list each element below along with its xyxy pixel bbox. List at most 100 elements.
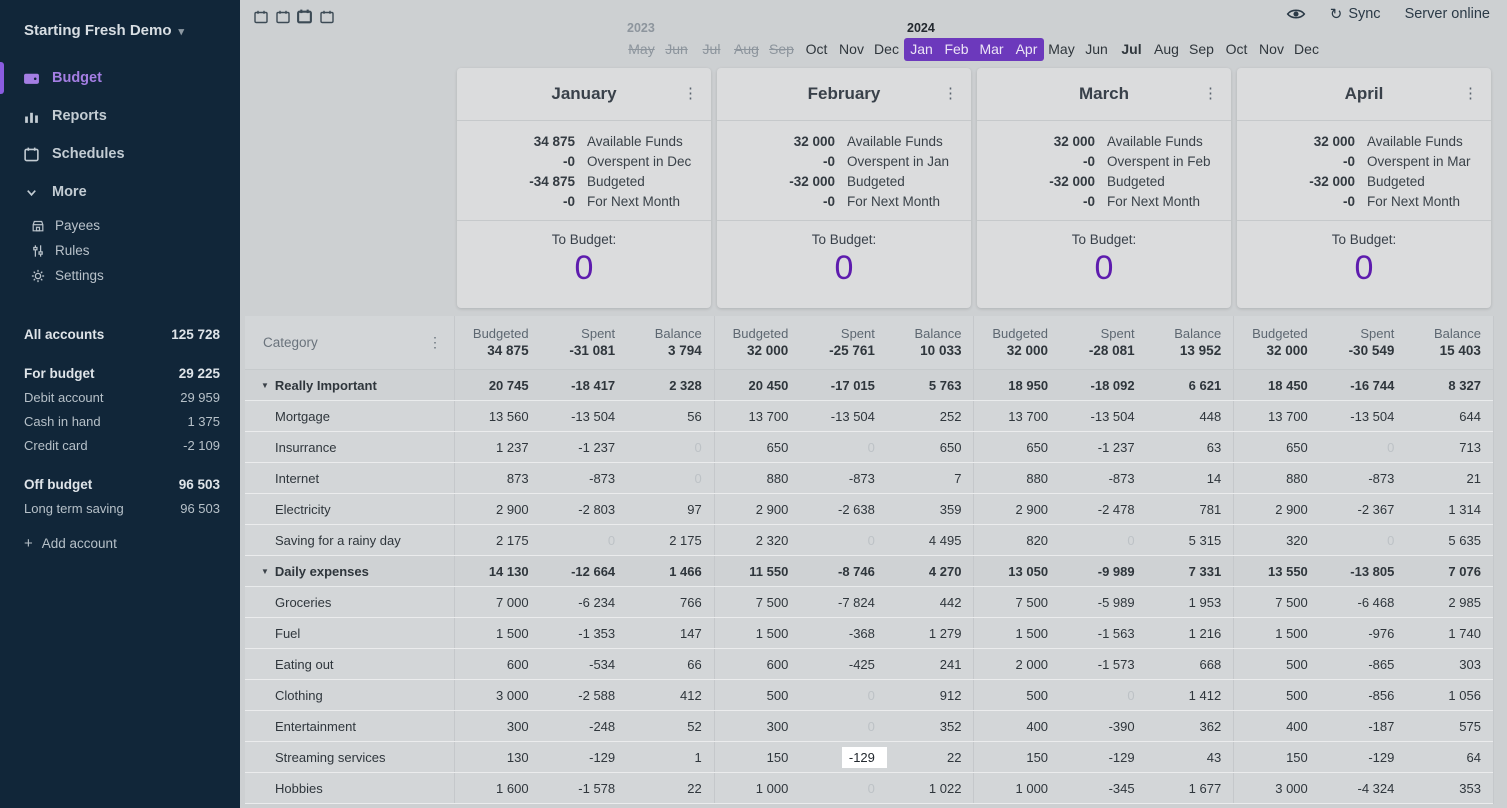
cell-electricity-mar-budgeted[interactable]: 2 900 bbox=[973, 494, 1060, 524]
cell-electricity-feb-spent[interactable]: -2 638 bbox=[800, 494, 887, 524]
timeline-month-oct-5[interactable]: Oct bbox=[799, 38, 834, 61]
category-name-streaming-services[interactable]: Streaming services bbox=[245, 742, 454, 772]
cell-streaming-services-jan-budgeted[interactable]: 130 bbox=[454, 742, 541, 772]
cell-eating-out-feb-spent[interactable]: -425 bbox=[800, 649, 887, 679]
cell-streaming-services-mar-spent[interactable]: -129 bbox=[1060, 742, 1147, 772]
cell-fuel-feb-balance[interactable]: 1 279 bbox=[887, 618, 974, 648]
cell-insurrance-jan-budgeted[interactable]: 1 237 bbox=[454, 432, 541, 462]
cell-electricity-mar-spent[interactable]: -2 478 bbox=[1060, 494, 1147, 524]
cell-electricity-feb-budgeted[interactable]: 2 900 bbox=[714, 494, 801, 524]
cell-mortgage-jan-budgeted[interactable]: 13 560 bbox=[454, 401, 541, 431]
cell-saving-for-a-rainy-day-apr-spent[interactable]: 0 bbox=[1320, 525, 1407, 555]
cell-groceries-mar-balance[interactable]: 1 953 bbox=[1147, 587, 1234, 617]
cell-saving-for-a-rainy-day-feb-spent[interactable]: 0 bbox=[800, 525, 887, 555]
privacy-eye-button[interactable] bbox=[1286, 6, 1306, 22]
cell-streaming-services-jan-balance[interactable]: 1 bbox=[627, 742, 714, 772]
cell-mortgage-apr-spent[interactable]: -13 504 bbox=[1320, 401, 1407, 431]
cell-internet-apr-spent[interactable]: -873 bbox=[1320, 463, 1407, 493]
cell-really-important-mar-budgeted[interactable]: 18 950 bbox=[973, 370, 1060, 400]
cell-groceries-feb-balance[interactable]: 442 bbox=[887, 587, 974, 617]
cell-hobbies-jan-budgeted[interactable]: 1 600 bbox=[454, 773, 541, 803]
timeline-month-mar-10[interactable]: Mar bbox=[974, 38, 1009, 61]
cell-eating-out-mar-spent[interactable]: -1 573 bbox=[1060, 649, 1147, 679]
cell-daily-expenses-apr-balance[interactable]: 7 076 bbox=[1406, 556, 1493, 586]
to-budget-amount[interactable]: 0 bbox=[717, 247, 971, 289]
cell-insurrance-apr-budgeted[interactable]: 650 bbox=[1233, 432, 1320, 462]
sidebar-item-payees[interactable]: Payees bbox=[0, 213, 240, 238]
timeline-month-aug-15[interactable]: Aug bbox=[1149, 38, 1184, 61]
category-name-really-important[interactable]: ▼Really Important bbox=[245, 370, 454, 400]
show-3-months-button[interactable] bbox=[296, 8, 313, 25]
cell-daily-expenses-feb-spent[interactable]: -8 746 bbox=[800, 556, 887, 586]
cell-fuel-apr-budgeted[interactable]: 1 500 bbox=[1233, 618, 1320, 648]
cell-internet-mar-budgeted[interactable]: 880 bbox=[973, 463, 1060, 493]
sidebar-item-budget[interactable]: Budget bbox=[0, 59, 240, 97]
cell-fuel-feb-spent[interactable]: -368 bbox=[800, 618, 887, 648]
cell-eating-out-feb-budgeted[interactable]: 600 bbox=[714, 649, 801, 679]
account-cash-in-hand[interactable]: Cash in hand 1 375 bbox=[24, 409, 220, 433]
cell-clothing-feb-balance[interactable]: 912 bbox=[887, 680, 974, 710]
cell-fuel-apr-balance[interactable]: 1 740 bbox=[1406, 618, 1493, 648]
add-account-button[interactable]: + Add account bbox=[24, 536, 220, 551]
cell-streaming-services-feb-budgeted[interactable]: 150 bbox=[714, 742, 801, 772]
cell-groceries-mar-spent[interactable]: -5 989 bbox=[1060, 587, 1147, 617]
cell-hobbies-apr-budgeted[interactable]: 3 000 bbox=[1233, 773, 1320, 803]
timeline-month-jul-14[interactable]: Jul bbox=[1114, 38, 1149, 61]
category-name-eating-out[interactable]: Eating out bbox=[245, 649, 454, 679]
header-apr-budgeted[interactable]: Budgeted32 000 bbox=[1233, 316, 1320, 369]
cell-streaming-services-mar-balance[interactable]: 43 bbox=[1147, 742, 1234, 772]
sidebar-item-rules[interactable]: Rules bbox=[0, 238, 240, 263]
cell-mortgage-apr-balance[interactable]: 644 bbox=[1406, 401, 1493, 431]
sidebar-item-schedules[interactable]: Schedules bbox=[0, 135, 240, 173]
timeline-month-sep-4[interactable]: Sep bbox=[764, 38, 799, 61]
cell-mortgage-feb-spent[interactable]: -13 504 bbox=[800, 401, 887, 431]
cell-saving-for-a-rainy-day-mar-budgeted[interactable]: 820 bbox=[973, 525, 1060, 555]
cell-really-important-jan-balance[interactable]: 2 328 bbox=[627, 370, 714, 400]
cell-daily-expenses-apr-spent[interactable]: -13 805 bbox=[1320, 556, 1407, 586]
cell-entertainment-mar-spent[interactable]: -390 bbox=[1060, 711, 1147, 741]
cell-entertainment-jan-balance[interactable]: 52 bbox=[627, 711, 714, 741]
header-jan-budgeted[interactable]: Budgeted34 875 bbox=[454, 316, 541, 369]
cell-clothing-mar-spent[interactable]: 0 bbox=[1060, 680, 1147, 710]
header-jan-balance[interactable]: Balance3 794 bbox=[627, 316, 714, 369]
cell-eating-out-feb-balance[interactable]: 241 bbox=[887, 649, 974, 679]
timeline-month-aug-3[interactable]: Aug bbox=[729, 38, 764, 61]
cell-really-important-mar-balance[interactable]: 6 621 bbox=[1147, 370, 1234, 400]
cell-eating-out-jan-spent[interactable]: -534 bbox=[541, 649, 628, 679]
cell-hobbies-mar-spent[interactable]: -345 bbox=[1060, 773, 1147, 803]
cell-electricity-jan-spent[interactable]: -2 803 bbox=[541, 494, 628, 524]
cell-streaming-services-mar-budgeted[interactable]: 150 bbox=[973, 742, 1060, 772]
category-name-electricity[interactable]: Electricity bbox=[245, 494, 454, 524]
cell-streaming-services-apr-budgeted[interactable]: 150 bbox=[1233, 742, 1320, 772]
cell-clothing-apr-balance[interactable]: 1 056 bbox=[1406, 680, 1493, 710]
cell-electricity-apr-spent[interactable]: -2 367 bbox=[1320, 494, 1407, 524]
header-mar-balance[interactable]: Balance13 952 bbox=[1147, 316, 1234, 369]
timeline-month-oct-17[interactable]: Oct bbox=[1219, 38, 1254, 61]
header-feb-spent[interactable]: Spent-25 761 bbox=[800, 316, 887, 369]
cell-eating-out-jan-balance[interactable]: 66 bbox=[627, 649, 714, 679]
cell-clothing-apr-budgeted[interactable]: 500 bbox=[1233, 680, 1320, 710]
collapse-triangle-icon[interactable]: ▼ bbox=[261, 567, 269, 576]
cell-entertainment-feb-spent[interactable]: 0 bbox=[800, 711, 887, 741]
cell-really-important-jan-spent[interactable]: -18 417 bbox=[541, 370, 628, 400]
cell-clothing-feb-spent[interactable]: 0 bbox=[800, 680, 887, 710]
account-all[interactable]: All accounts 125 728 bbox=[24, 322, 220, 346]
cell-internet-jan-balance[interactable]: 0 bbox=[627, 463, 714, 493]
show-1-month-button[interactable] bbox=[252, 8, 269, 25]
month-menu-kebab-icon[interactable]: ⋮ bbox=[1463, 87, 1478, 101]
header-apr-balance[interactable]: Balance15 403 bbox=[1406, 316, 1493, 369]
cell-fuel-apr-spent[interactable]: -976 bbox=[1320, 618, 1407, 648]
category-name-fuel[interactable]: Fuel bbox=[245, 618, 454, 648]
cell-insurrance-jan-balance[interactable]: 0 bbox=[627, 432, 714, 462]
cell-streaming-services-feb-spent[interactable]: -129 bbox=[800, 742, 887, 772]
cell-saving-for-a-rainy-day-jan-balance[interactable]: 2 175 bbox=[627, 525, 714, 555]
cell-mortgage-mar-budgeted[interactable]: 13 700 bbox=[973, 401, 1060, 431]
cell-internet-apr-balance[interactable]: 21 bbox=[1406, 463, 1493, 493]
cell-eating-out-mar-balance[interactable]: 668 bbox=[1147, 649, 1234, 679]
cell-fuel-mar-budgeted[interactable]: 1 500 bbox=[973, 618, 1060, 648]
cell-daily-expenses-apr-budgeted[interactable]: 13 550 bbox=[1233, 556, 1320, 586]
cell-streaming-services-apr-balance[interactable]: 64 bbox=[1406, 742, 1493, 772]
cell-electricity-jan-budgeted[interactable]: 2 900 bbox=[454, 494, 541, 524]
show-4-months-button[interactable] bbox=[318, 8, 335, 25]
cell-clothing-jan-balance[interactable]: 412 bbox=[627, 680, 714, 710]
